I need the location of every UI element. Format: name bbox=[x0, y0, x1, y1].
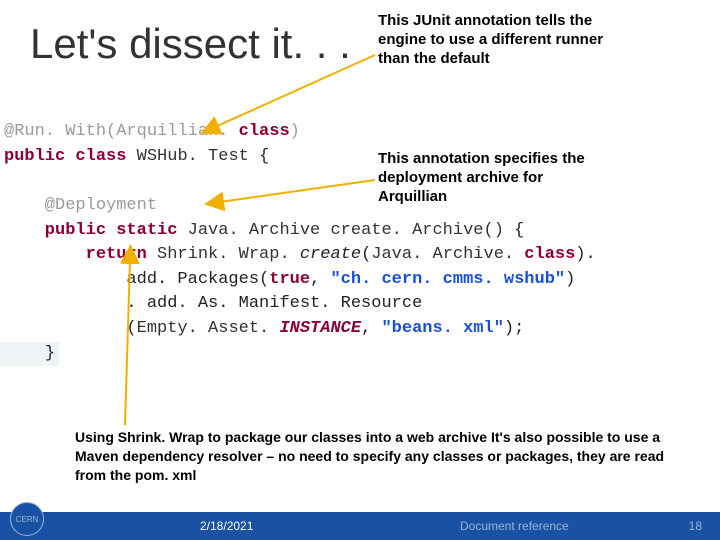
cursor-line: } bbox=[0, 342, 59, 367]
footer-page-number: 18 bbox=[689, 519, 702, 533]
slide-title: Let's dissect it. . . bbox=[30, 20, 351, 68]
cern-logo: CERN bbox=[10, 502, 44, 536]
footer-reference: Document reference bbox=[460, 519, 569, 533]
code-block: @Run. With(Arquillian. class) public cla… bbox=[4, 120, 704, 366]
code-annotation-deployment: @Deployment bbox=[4, 196, 157, 215]
code-annotation-runwith: @Run. With bbox=[4, 122, 106, 141]
annotation-runwith: This JUnit annotation tells the engine t… bbox=[378, 12, 608, 68]
footer-date: 2/18/2021 bbox=[200, 519, 253, 533]
footer-bar: 2/18/2021 Document reference 18 bbox=[0, 512, 720, 540]
annotation-shrinkwrap: Using Shrink. Wrap to package our classe… bbox=[75, 428, 695, 485]
